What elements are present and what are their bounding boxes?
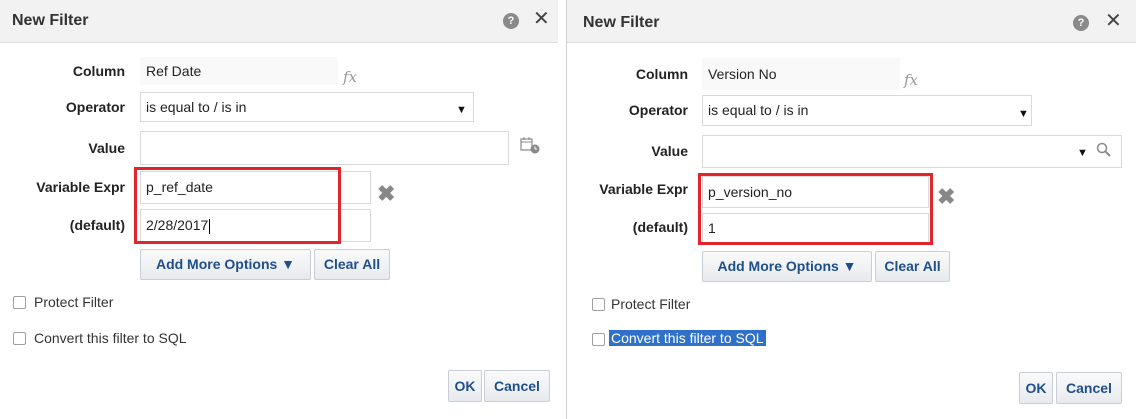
add-more-options-button[interactable]: Add More Options ▼ (140, 249, 311, 280)
default-label: (default) (632, 219, 688, 235)
dialog-title: New Filter (583, 14, 660, 31)
clear-all-button[interactable]: Clear All (875, 251, 950, 282)
operator-label: Operator (65, 99, 125, 115)
fx-icon[interactable]: fx (343, 68, 357, 86)
value-label: Value (88, 140, 125, 156)
operator-select[interactable]: is equal to / is in (140, 92, 474, 122)
magnifier-icon[interactable] (1096, 142, 1112, 158)
dialog-title: New Filter (12, 12, 89, 29)
close-icon[interactable]: ✕ (1105, 11, 1122, 31)
triangle-down-icon[interactable]: ▼ (1018, 108, 1029, 120)
convert-sql-checkbox[interactable] (13, 332, 26, 345)
cancel-button[interactable]: Cancel (484, 370, 550, 402)
operator-selected-value: is equal to / is in (146, 99, 247, 115)
convert-sql-label: Convert this filter to SQL (609, 330, 766, 346)
cancel-button[interactable]: Cancel (1056, 372, 1122, 404)
ok-button[interactable]: OK (1019, 372, 1053, 404)
value-label: Value (651, 143, 688, 159)
convert-sql-label: Convert this filter to SQL (34, 330, 187, 346)
triangle-down-icon[interactable]: ▼ (456, 104, 467, 116)
clear-x-icon[interactable]: ✖ (377, 181, 395, 207)
highlight-box (134, 167, 341, 244)
ok-button[interactable]: OK (448, 370, 482, 402)
operator-selected-value: is equal to / is in (708, 102, 809, 118)
close-icon[interactable]: ✕ (533, 9, 550, 29)
operator-select[interactable]: is equal to / is in (702, 95, 1032, 126)
value-input[interactable] (702, 135, 1122, 168)
dialog-header: New Filter ? ✕ (567, 0, 1136, 43)
add-more-options-button[interactable]: Add More Options ▼ (702, 251, 872, 282)
convert-sql-checkbox[interactable] (592, 333, 605, 346)
protect-filter-checkbox[interactable] (13, 296, 26, 309)
calendar-icon[interactable] (520, 136, 542, 154)
column-field[interactable]: Ref Date (140, 57, 338, 85)
operator-label: Operator (628, 102, 688, 118)
protect-filter-checkbox[interactable] (592, 298, 605, 311)
help-icon[interactable]: ? (1073, 15, 1089, 31)
triangle-down-icon[interactable]: ▼ (1077, 147, 1088, 159)
clear-all-button[interactable]: Clear All (314, 249, 390, 280)
protect-filter-label: Protect Filter (611, 296, 691, 312)
default-label: (default) (69, 217, 125, 233)
variable-expr-label: Variable Expr (599, 181, 688, 197)
divider (558, 0, 566, 419)
protect-filter-label: Protect Filter (34, 294, 114, 310)
column-label: Column (635, 66, 688, 82)
new-filter-dialog-left: New Filter ? ✕ Column Ref Date fx Operat… (0, 0, 558, 419)
value-input[interactable] (140, 131, 509, 165)
dialog-header: New Filter ? ✕ (0, 0, 558, 43)
fx-icon[interactable]: fx (904, 71, 918, 89)
highlight-box (698, 173, 933, 245)
variable-expr-label: Variable Expr (36, 179, 125, 195)
help-icon[interactable]: ? (503, 13, 519, 29)
new-filter-dialog-right: New Filter ? ✕ Column Version No fx Oper… (566, 0, 1136, 419)
clear-x-icon[interactable]: ✖ (937, 184, 955, 210)
column-label: Column (72, 63, 125, 79)
column-field[interactable]: Version No (702, 58, 900, 90)
